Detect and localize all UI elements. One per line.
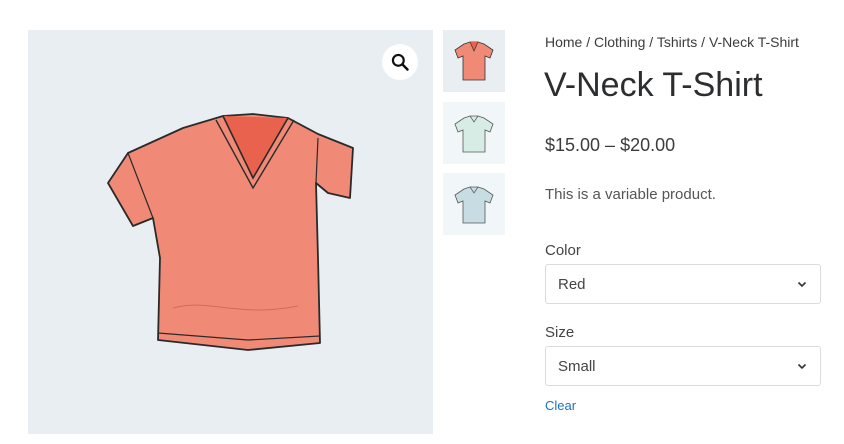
size-select-value: Small — [558, 357, 596, 375]
blue-shirt-thumbnail[interactable] — [443, 173, 505, 235]
red-shirt-thumbnail[interactable] — [443, 30, 505, 92]
product-title: V-Neck T-Shirt — [544, 66, 763, 104]
red-tshirt-image — [107, 113, 354, 351]
breadcrumb-home-link[interactable]: Home — [545, 34, 582, 50]
product-description: This is a variable product. — [545, 186, 716, 203]
breadcrumb-clothing-link[interactable]: Clothing — [594, 34, 645, 50]
size-label: Size — [545, 324, 575, 341]
mint-shirt-thumbnail[interactable] — [443, 102, 505, 164]
product-main-image[interactable] — [28, 30, 433, 434]
chevron-down-icon — [797, 281, 807, 288]
breadcrumb: Home / Clothing / Tshirts / V-Neck T-Shi… — [545, 34, 799, 50]
magnifier-icon — [391, 53, 409, 71]
clear-selection-link[interactable]: Clear — [545, 398, 576, 413]
breadcrumb-separator: / — [697, 34, 709, 50]
blue-tshirt-thumb-icon — [454, 186, 494, 224]
color-select-value: Red — [558, 275, 586, 293]
breadcrumb-separator: / — [582, 34, 595, 50]
breadcrumb-separator: / — [645, 34, 657, 50]
mint-tshirt-thumb-icon — [454, 115, 494, 153]
color-select[interactable]: Red — [545, 264, 821, 304]
size-select[interactable]: Small — [545, 346, 821, 386]
chevron-down-icon — [797, 363, 807, 370]
red-tshirt-thumb-icon — [454, 41, 494, 81]
product-price: $15.00 – $20.00 — [545, 135, 676, 155]
breadcrumb-current: V-Neck T-Shirt — [708, 34, 799, 50]
color-label: Color — [545, 242, 581, 259]
breadcrumb-tshirts-link[interactable]: Tshirts — [657, 34, 697, 50]
zoom-button[interactable] — [382, 44, 418, 80]
